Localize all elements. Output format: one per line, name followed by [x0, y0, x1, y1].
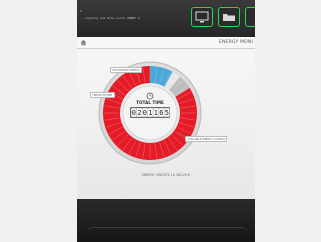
console-line-1: $	[80, 9, 82, 13]
odometer-digit: 1	[148, 109, 152, 117]
odometer-digit: 0	[143, 109, 147, 117]
display-settings-button[interactable]	[191, 7, 213, 27]
photo-frame: $ ...ongoing and mile units ANNEX 6 ENER…	[77, 0, 255, 242]
console-panel-edge	[87, 227, 247, 238]
callout-available-energy: AVAILABLE ENERGY SAVINGS	[185, 136, 228, 142]
toolbar-more-button[interactable]	[245, 7, 255, 27]
callout-recovered-energy: RECOVERED ENERGY	[110, 67, 143, 73]
touch-screen: ENERGY MONI TOTAL TIME 0201165 RECOVERED…	[77, 37, 255, 199]
device-bezel	[77, 199, 255, 242]
odometer-digit: 0	[132, 109, 136, 117]
folder-button[interactable]	[218, 7, 240, 27]
console-line-2: ...ongoing and mile units ANNEX 6	[80, 16, 140, 20]
top-status-bar: $ ...ongoing and mile units ANNEX 6	[77, 0, 255, 37]
total-time-label: TOTAL TIME	[136, 100, 164, 105]
odometer-digit: 2	[137, 109, 141, 117]
energy-credit-readout: ENERGY CREDITS 10,382.29 K	[141, 173, 191, 177]
odometer-display: 0201165	[131, 108, 170, 117]
odometer-digit: 6	[159, 109, 163, 117]
callout-under-power: UNDER POWER	[90, 92, 115, 98]
odometer-digit: 1	[154, 109, 158, 117]
odometer-digit: 5	[165, 109, 169, 117]
folder-icon	[223, 14, 235, 21]
display-settings-icon	[195, 11, 209, 23]
